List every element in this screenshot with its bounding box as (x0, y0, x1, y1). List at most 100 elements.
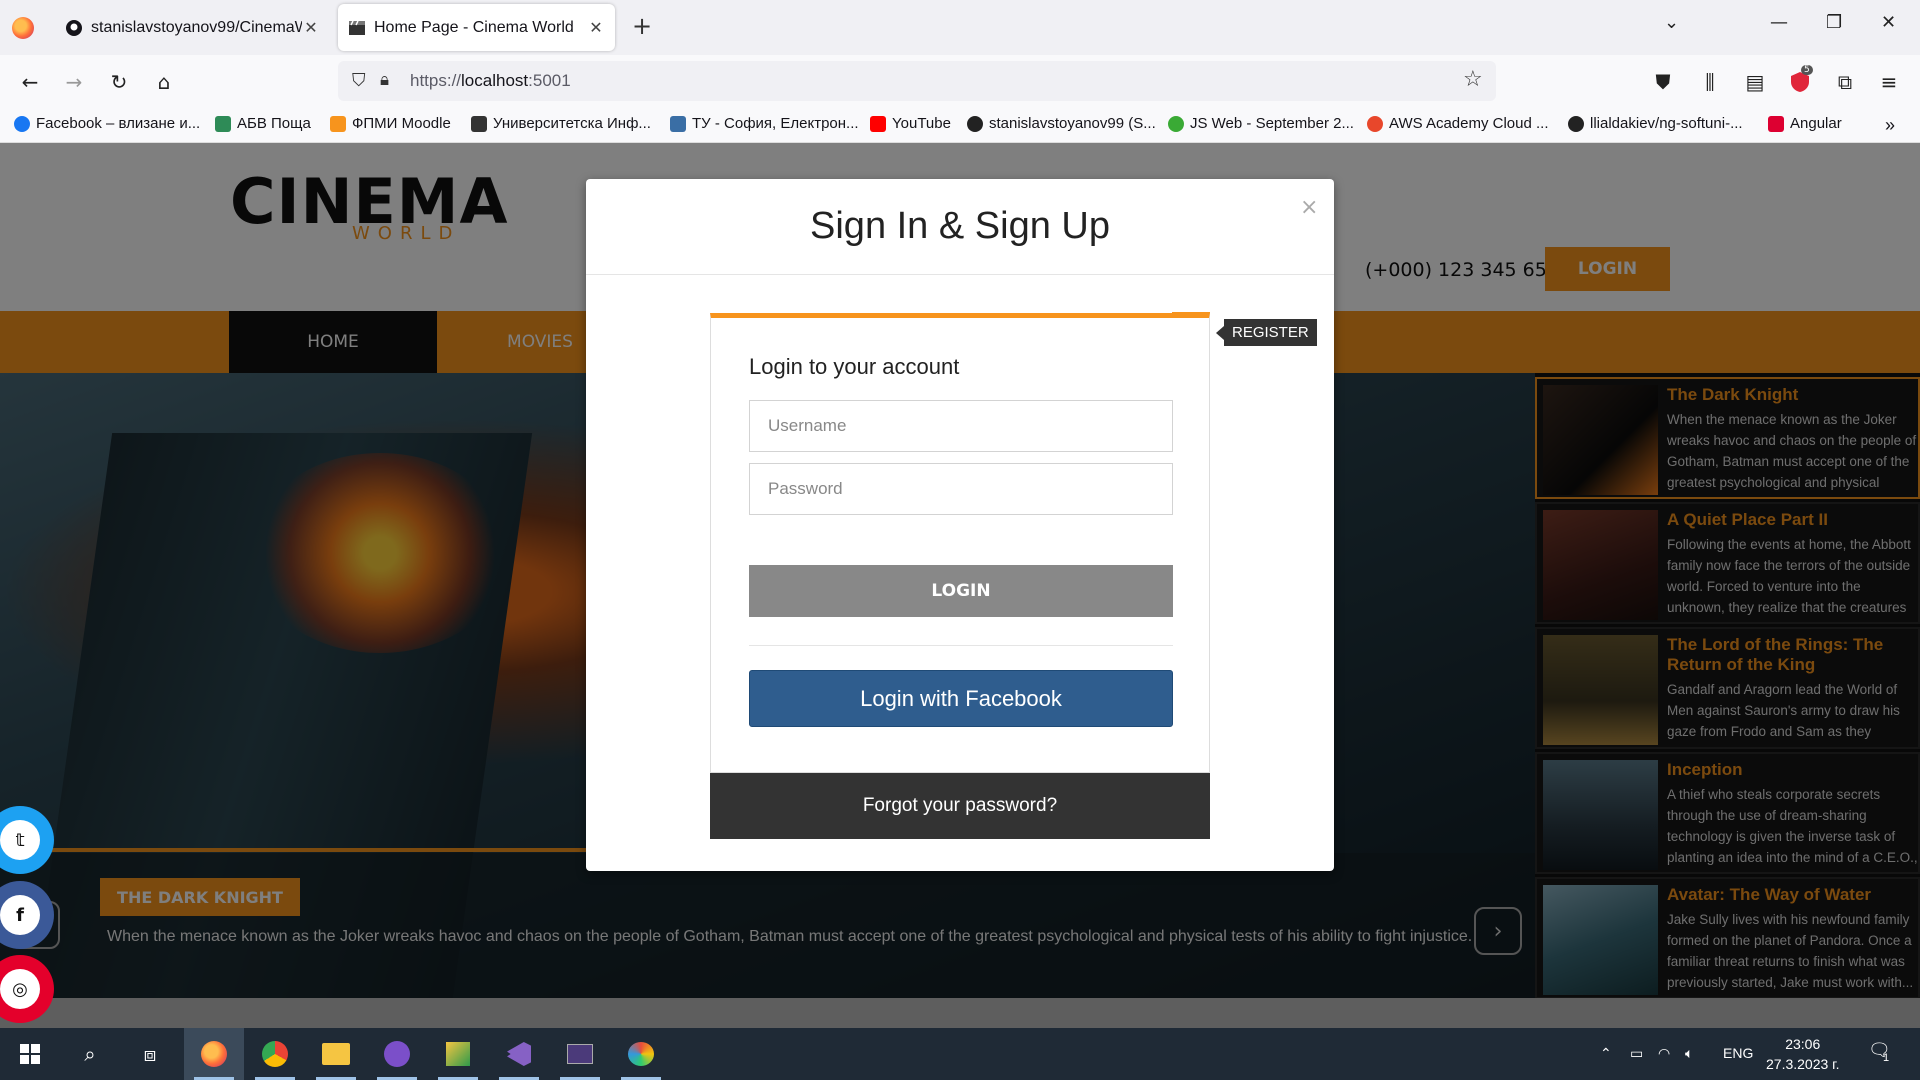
github-icon (65, 19, 83, 37)
bookmark-item[interactable]: JS Web - September 2... (1168, 115, 1354, 132)
show-hidden-icons-chevron-icon[interactable]: ⌃ (1600, 1045, 1612, 1062)
forward-icon[interactable]: → (60, 68, 88, 96)
bookmark-item[interactable]: АБВ Поща (215, 115, 311, 132)
taskbar-clock[interactable]: 23:06 27.3.2023 г. (1766, 1034, 1839, 1074)
taskbar-file-explorer[interactable] (306, 1028, 366, 1080)
form-heading: Login to your account (749, 354, 960, 379)
github-desktop-icon (384, 1041, 410, 1067)
aws-academy-icon (1367, 115, 1383, 132)
menu-icon[interactable]: ≡ (1875, 68, 1903, 96)
pocket-icon[interactable]: ⛊ (1649, 68, 1677, 96)
database-app-icon (446, 1042, 470, 1066)
close-tab-icon[interactable]: ✕ (587, 18, 605, 37)
facebook-icon: f (0, 895, 40, 935)
taskbar-github-desktop[interactable] (367, 1028, 427, 1080)
tab-cinema-world[interactable]: Home Page - Cinema World ✕ (338, 4, 615, 51)
bookmark-item[interactable]: Facebook – влизане и... (14, 115, 200, 132)
abv-mail-icon (215, 115, 231, 132)
more-bookmarks-icon[interactable]: » (1885, 115, 1895, 136)
softuni-icon (1168, 115, 1184, 132)
taskbar-visual-studio[interactable] (489, 1028, 549, 1080)
form-divider (749, 645, 1173, 646)
minimize-icon[interactable]: — (1770, 12, 1788, 33)
bookmarks-bar: Facebook – влизане и... АБВ Поща ФПМИ Mo… (0, 108, 1920, 143)
login-button[interactable]: LOGIN (749, 565, 1173, 617)
visual-studio-icon (507, 1042, 531, 1066)
folder-icon (322, 1043, 350, 1065)
modal-close-icon[interactable]: × (1300, 195, 1318, 220)
bookmark-item[interactable]: llialdakiev/ng-softuni-... (1568, 115, 1743, 132)
bookmark-item[interactable]: AWS Academy Cloud ... (1367, 115, 1549, 132)
extension-badge: 5 (1801, 65, 1813, 75)
reload-icon[interactable]: ↻ (105, 68, 133, 96)
url-text[interactable]: https://localhost:5001 (410, 71, 571, 91)
clock-time: 23:06 (1785, 1036, 1821, 1052)
bookmark-star-icon[interactable]: ☆ (1463, 67, 1483, 92)
search-icon[interactable]: ⌕ (60, 1028, 120, 1080)
tab-list-chevron-icon[interactable]: ⌄ (1664, 12, 1679, 33)
clock-date: 27.3.2023 г. (1766, 1056, 1840, 1072)
firefox-icon[interactable] (12, 17, 34, 39)
bookmark-item[interactable]: ТУ - София, Електрон... (670, 115, 859, 132)
tu-sofia-icon (670, 115, 686, 132)
facebook-icon (14, 115, 30, 132)
modal-header: Sign In & Sign Up × (586, 179, 1334, 275)
language-indicator[interactable]: ENG (1723, 1045, 1753, 1061)
github-icon (1568, 115, 1584, 132)
modal-title: Sign In & Sign Up (810, 205, 1110, 247)
restore-icon[interactable]: ❐ (1826, 12, 1842, 33)
login-with-facebook-button[interactable]: Login with Facebook (749, 670, 1173, 727)
windows-taskbar: ⌕ ⧈ ⌃ ▭ ◠ 🔈︎ ENG 23:06 27.3.2023 г. 🗨︎ 1 (0, 1028, 1920, 1080)
shield-icon[interactable]: ⛉ (352, 70, 366, 91)
instagram-icon: ◎ (0, 969, 40, 1009)
browser-navigation-bar: ← → ↻ ⌂ ⛉ 🔒︎ https://localhost:5001 ☆ ⛊ … (0, 55, 1920, 108)
username-input[interactable] (749, 400, 1173, 452)
bookmark-item[interactable]: stanislavstoyanov99 (S... (967, 115, 1156, 132)
taskbar-chrome[interactable] (245, 1028, 305, 1080)
back-icon[interactable]: ← (16, 68, 44, 96)
tab-github[interactable]: stanislavstoyanov99/CinemaWo ✕ (55, 4, 330, 51)
sign-in-modal: Sign In & Sign Up × ✎ REGISTER Login to … (586, 179, 1334, 871)
tab-title: Home Page - Cinema World (374, 18, 574, 36)
bookmark-item[interactable]: ФПМИ Moodle (330, 115, 451, 132)
task-view-icon[interactable]: ⧈ (120, 1028, 180, 1080)
moodle-icon (330, 115, 346, 132)
youtube-icon (870, 115, 886, 132)
github-icon (967, 115, 983, 132)
bookmark-item[interactable]: Университетска Инф... (471, 115, 651, 132)
paint-icon (628, 1042, 654, 1066)
wifi-icon[interactable]: ◠ (1658, 1045, 1670, 1062)
forgot-password-link[interactable]: Forgot your password? (710, 773, 1210, 839)
sidebar-icon[interactable]: ▤ (1741, 68, 1769, 96)
taskbar-terminal[interactable] (550, 1028, 610, 1080)
windows-start-icon[interactable] (0, 1028, 60, 1080)
close-window-icon[interactable]: ✕ (1881, 12, 1896, 33)
taskbar-paint[interactable] (611, 1028, 671, 1080)
taskbar-sql-app[interactable] (428, 1028, 488, 1080)
extensions-puzzle-icon[interactable]: ⧉ (1831, 68, 1859, 96)
register-toggle[interactable]: REGISTER (1216, 319, 1317, 346)
home-icon[interactable]: ⌂ (150, 68, 178, 96)
taskbar-firefox[interactable] (184, 1028, 244, 1080)
twitter-icon: 𝕥 (0, 820, 40, 860)
tab-title: stanislavstoyanov99/CinemaWo (91, 18, 302, 36)
university-icon (471, 115, 487, 132)
password-input[interactable] (749, 463, 1173, 515)
terminal-icon (567, 1044, 593, 1064)
login-form: Login to your account LOGIN Login with F… (710, 313, 1210, 773)
angular-icon (1768, 115, 1784, 132)
close-tab-icon[interactable]: ✕ (302, 18, 320, 37)
notification-count: 1 (1883, 1052, 1890, 1064)
volume-icon[interactable]: 🔈︎ (1685, 1045, 1693, 1062)
library-icon[interactable]: ⫼ (1696, 68, 1724, 96)
firefox-icon (201, 1041, 227, 1067)
bookmark-item[interactable]: YouTube (870, 115, 951, 132)
extension-shield-icon[interactable]: 5 (1786, 65, 1814, 96)
clapperboard-icon (348, 19, 366, 37)
new-tab-icon[interactable]: + (632, 14, 652, 38)
chrome-icon (262, 1041, 288, 1067)
address-bar[interactable]: ⛉ 🔒︎ https://localhost:5001 ☆ (338, 61, 1496, 101)
battery-icon[interactable]: ▭ (1630, 1045, 1643, 1062)
bookmark-item[interactable]: Angular (1768, 115, 1842, 132)
lock-icon[interactable]: 🔒︎ (380, 70, 389, 90)
